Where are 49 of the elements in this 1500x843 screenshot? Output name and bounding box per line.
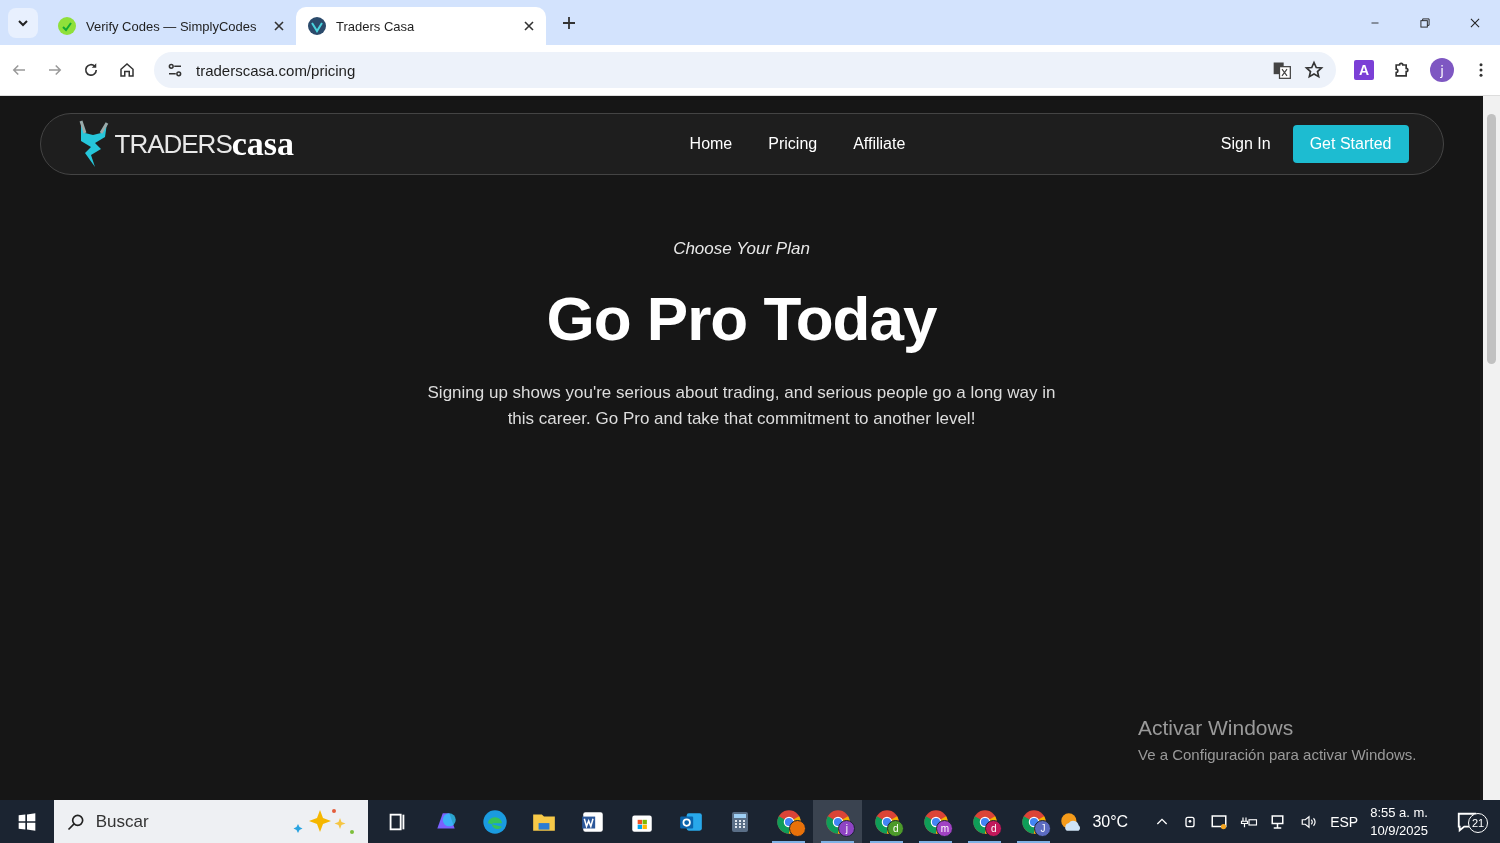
profile-badge: d (985, 820, 1003, 837)
taskbar-search-field[interactable]: Buscar (53, 800, 369, 843)
restore-icon[interactable] (1418, 15, 1432, 30)
language-indicator[interactable]: ESP (1330, 813, 1359, 830)
logo-wordmark: casa (231, 125, 295, 163)
eyebrow-text: Choose Your Plan (673, 239, 810, 259)
taskbar-app[interactable]: J (1009, 800, 1059, 843)
puzzle-icon[interactable] (1392, 60, 1412, 80)
address-bar[interactable]: traderscasa.com/pricing (154, 52, 1336, 88)
tab-search-button[interactable] (8, 7, 38, 38)
page-headline: Go Pro Today (546, 283, 937, 354)
profile-badge: J (1034, 820, 1052, 837)
nav-link[interactable]: Pricing (768, 135, 818, 153)
windows-logo-icon[interactable] (16, 811, 37, 832)
intro-paragraph: Signing up shows you're serious about trading, and serious people go a long way in this career. Go Pro and take that commitment to another level! (426, 382, 1057, 430)
clock[interactable]: 8:55 a. m. 10/9/2025 (1370, 803, 1428, 840)
bookmark-star-icon[interactable] (1304, 60, 1324, 80)
profile-badge: d (887, 820, 905, 837)
reload-icon[interactable] (82, 61, 100, 79)
logo-wordmark: TRADERS (114, 128, 232, 160)
profile-avatar[interactable]: j (1430, 58, 1454, 82)
edge-icon[interactable] (480, 807, 509, 836)
extension-button[interactable]: A (1354, 60, 1374, 80)
taskbar-app[interactable]: d (862, 800, 912, 843)
taskbar-app[interactable]: d (960, 800, 1010, 843)
temperature: 30°C (1092, 812, 1129, 831)
scrollbar-thumb[interactable] (1487, 114, 1496, 364)
notification-count: 21 (1468, 812, 1488, 833)
activation-subtitle: Ve a Configuración para activar Windows. (1138, 746, 1417, 763)
taskbar-app[interactable]: m (911, 800, 961, 843)
sign-in-link[interactable]: Sign In (1220, 135, 1271, 153)
close-icon[interactable] (524, 21, 534, 31)
browser-tab[interactable]: Traders Casa (296, 7, 546, 45)
plus-icon[interactable] (562, 16, 576, 30)
translate-icon[interactable] (1272, 60, 1292, 80)
close-icon[interactable] (274, 21, 284, 31)
nav-link[interactable]: Affiliate (853, 135, 906, 153)
nav-link[interactable]: Home (689, 135, 733, 153)
taskbar-app[interactable]: j (813, 800, 863, 843)
browser-tab[interactable]: Verify Codes — SimplyCodes (46, 7, 296, 45)
checkmark-favicon-icon (58, 17, 76, 35)
site-settings-icon[interactable] (166, 61, 184, 79)
notification-button[interactable]: 21 (1454, 808, 1490, 835)
activation-title: Activar Windows (1138, 716, 1295, 740)
profile-badge: j (838, 820, 856, 837)
bull-favicon-icon (308, 17, 326, 35)
display-icon[interactable] (1210, 812, 1229, 831)
home-icon[interactable] (118, 61, 136, 79)
profile-badge: m (936, 820, 954, 837)
